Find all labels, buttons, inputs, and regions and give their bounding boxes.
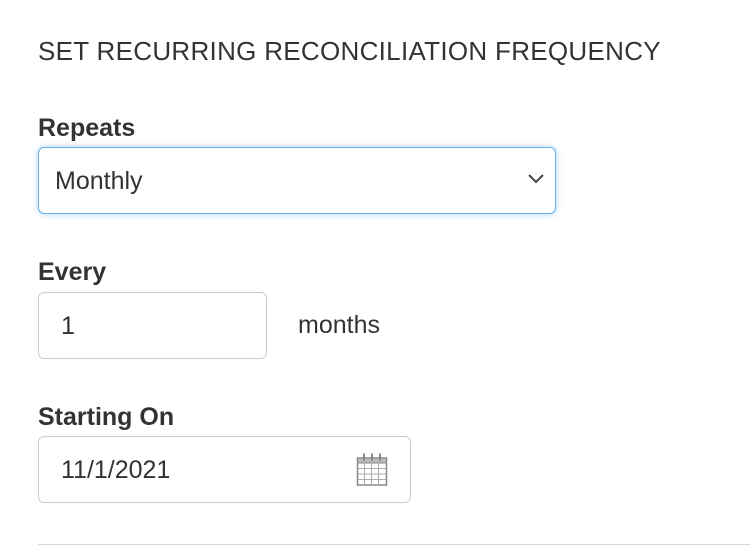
every-label: Every bbox=[38, 258, 107, 286]
repeats-label: Repeats bbox=[38, 114, 136, 142]
section-title: SET RECURRING RECONCILIATION FREQUENCY bbox=[38, 36, 661, 66]
every-number-input[interactable]: 1 bbox=[38, 292, 267, 359]
starting-on-label: Starting On bbox=[38, 403, 175, 431]
every-unit-label: months bbox=[298, 311, 380, 339]
starting-on-date-input[interactable]: 11/1/2021 bbox=[38, 436, 411, 503]
section-divider bbox=[38, 544, 750, 545]
every-value: 1 bbox=[61, 312, 75, 340]
calendar-icon[interactable] bbox=[356, 452, 388, 487]
repeats-select[interactable]: Monthly bbox=[38, 147, 556, 214]
chevron-down-icon bbox=[528, 174, 544, 184]
recurring-frequency-panel: SET RECURRING RECONCILIATION FREQUENCY R… bbox=[0, 0, 750, 550]
repeats-selected-value: Monthly bbox=[55, 167, 143, 195]
starting-on-value: 11/1/2021 bbox=[61, 456, 171, 484]
